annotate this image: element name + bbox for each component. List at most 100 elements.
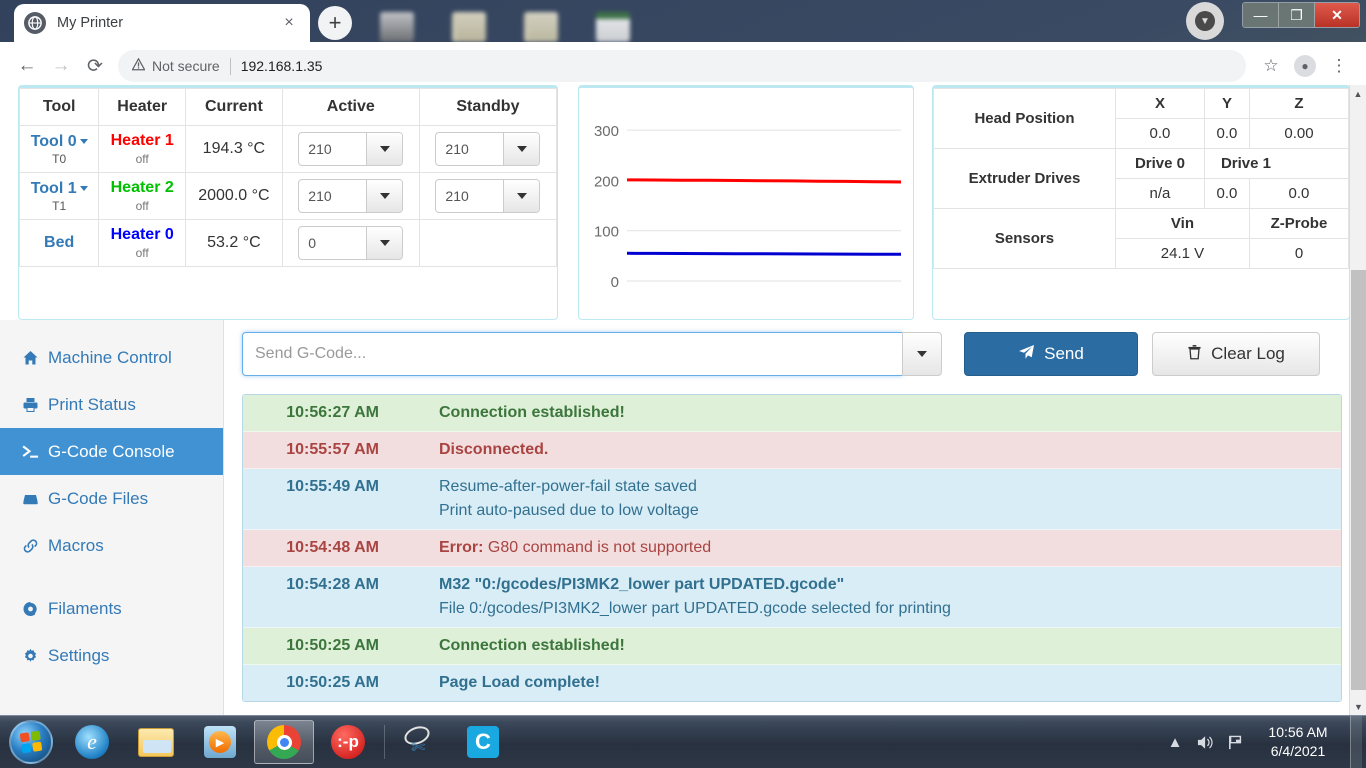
profile-avatar[interactable]: ● (1288, 49, 1322, 83)
scroll-down-arrow[interactable]: ▼ (1350, 698, 1366, 715)
browser-tab[interactable]: My Printer × (14, 4, 310, 42)
printer-icon (22, 397, 48, 413)
sidebar-item-gcode-files[interactable]: G-Code Files (0, 475, 223, 522)
svg-text:300: 300 (594, 123, 619, 140)
tool-cell[interactable]: Tool 0 T0 (18, 125, 100, 173)
tool-link[interactable]: Bed (44, 234, 74, 251)
back-icon[interactable]: ← (10, 49, 44, 83)
tool-cell[interactable]: Tool 1 T1 (18, 172, 100, 220)
heater-name[interactable]: Heater 2 (111, 179, 174, 196)
sidebar-item-print-status[interactable]: Print Status (0, 381, 223, 428)
paper-plane-icon (1018, 344, 1035, 365)
taskbar-item-google-chrome[interactable] (254, 720, 314, 764)
sidebar-item-macros[interactable]: Macros (0, 522, 223, 569)
gcode-input-group (242, 332, 942, 376)
link-icon (22, 538, 48, 554)
show-desktop-button[interactable] (1350, 715, 1362, 768)
window-controls: — ❐ ✕ (1242, 2, 1360, 28)
send-button[interactable]: Send (964, 332, 1138, 376)
address-bar[interactable]: Not secure 192.168.1.35 (118, 50, 1246, 82)
forward-icon[interactable]: → (44, 49, 78, 83)
log-line: M32 "0:/gcodes/PI3MK2_lower part UPDATED… (439, 576, 845, 593)
clear-log-button[interactable]: Clear Log (1152, 332, 1320, 376)
console-log[interactable]: 10:56:27 AM Connection established! 10:55:… (242, 394, 1342, 702)
active-temp-select[interactable]: 210 (298, 179, 404, 213)
chevron-down-icon[interactable] (79, 185, 88, 191)
volume-icon[interactable] (1190, 734, 1220, 751)
taskbar-item-windows-media-player[interactable]: ▶ (190, 720, 250, 764)
sidebar-item-label: Machine Control (48, 347, 172, 367)
standby-temp-select[interactable]: 210 (435, 179, 541, 213)
minimize-button[interactable]: — (1243, 3, 1279, 27)
table-row: Bed Heater 0 off 53.2 °C 0 (18, 219, 558, 267)
action-center-flag-icon[interactable] (1220, 734, 1250, 751)
start-button[interactable] (4, 717, 58, 767)
heater-state: off (135, 152, 149, 166)
sidebar-item-settings[interactable]: Settings (0, 632, 223, 679)
chart-series-lines (626, 178, 902, 256)
th-standby: Standby (418, 88, 558, 126)
close-window-button[interactable]: ✕ (1315, 3, 1359, 27)
scrollbar-thumb[interactable] (1351, 270, 1366, 690)
taskbar-item-pronterface[interactable]: :-p (318, 720, 378, 764)
show-hidden-icons-arrow[interactable]: ▲ (1160, 734, 1190, 751)
clock-time: 10:56 AM (1268, 724, 1328, 740)
pronterface-icon: :-p (331, 725, 365, 759)
taskbar-item-file-explorer[interactable] (126, 720, 186, 764)
tool-link[interactable]: Tool 1 (31, 180, 77, 197)
maximize-button[interactable]: ❐ (1279, 3, 1315, 27)
active-temp-select[interactable]: 210 (298, 132, 404, 166)
tool-link[interactable]: Tool 0 (31, 133, 77, 150)
scroll-up-arrow[interactable]: ▲ (1350, 85, 1366, 102)
log-message: Connection established! (393, 637, 1341, 655)
table-row: Extruder Drives Drive 0 Drive 1 (933, 148, 1350, 209)
sidebar-item-machine-control[interactable]: Machine Control (0, 334, 223, 381)
gcode-input[interactable] (242, 332, 902, 376)
heater-state: off (135, 246, 149, 260)
heater-name[interactable]: Heater 1 (111, 132, 174, 149)
sidebar-item-filaments[interactable]: Filaments (0, 585, 223, 632)
reload-icon[interactable]: ⟳ (78, 49, 112, 83)
chevron-down-icon[interactable] (366, 227, 403, 259)
log-row: 10:54:48 AM Error: G80 command is not sup… (243, 530, 1341, 567)
tab-title: My Printer (57, 15, 124, 31)
chevron-down-icon[interactable] (503, 133, 540, 165)
chevron-down-icon[interactable] (79, 138, 88, 144)
chevron-down-icon: ▼ (1195, 11, 1215, 31)
extruder-drive-1: 0.0 (1203, 178, 1250, 209)
chevron-down-icon[interactable] (902, 332, 942, 376)
taskbar-item-snipping-tool[interactable]: ✄ (389, 720, 449, 764)
temperature-chart[interactable]: 0 100 200 300 (579, 88, 913, 313)
log-row: 10:55:49 AM Resume-after-power-fail state… (243, 469, 1341, 530)
tool-temperature-panel: Tool Heater Current Active Standby Tool … (18, 85, 558, 320)
log-timestamp: 10:55:57 AM (286, 441, 379, 458)
new-tab-button[interactable]: + (318, 6, 352, 40)
taskbar-clock[interactable]: 10:56 AM 6/4/2021 (1250, 723, 1346, 761)
browser-menu-icon[interactable]: ⋮ (1322, 49, 1356, 83)
taskbar-item-internet-explorer[interactable]: e (62, 720, 122, 764)
windows-taskbar: e ▶ :-p ✄ C ▲ 10:56 AM 6/4/2021 (0, 715, 1366, 768)
temperature-chart-panel[interactable]: 0 100 200 300 (578, 85, 914, 320)
heater-name[interactable]: Heater 0 (111, 226, 174, 243)
close-icon[interactable]: × (278, 12, 300, 34)
active-temp-cell: 210 (281, 172, 420, 220)
bookmark-star-icon[interactable]: ☆ (1254, 49, 1288, 83)
chevron-down-icon[interactable] (366, 133, 403, 165)
active-temp-cell: 210 (281, 125, 420, 173)
th-vin: Vin (1114, 208, 1250, 239)
log-line: File 0:/gcodes/PI3MK2_lower part UPDATED… (439, 600, 951, 617)
status-panels-row: Tool Heater Current Active Standby Tool … (0, 85, 1366, 320)
gcode-console: Send Clear Log 10:56:27 AM Connection est… (224, 320, 1366, 715)
send-button-label: Send (1044, 344, 1084, 363)
tool-cell[interactable]: Bed (18, 219, 100, 267)
log-row: 10:55:57 AM Disconnected. (243, 432, 1341, 469)
sidebar-item-gcode-console[interactable]: G-Code Console (0, 428, 223, 475)
profile-chip[interactable]: ▼ (1186, 2, 1224, 40)
standby-temp-value: 210 (445, 188, 469, 204)
page-scrollbar[interactable]: ▲ ▼ (1349, 85, 1366, 715)
standby-temp-select[interactable]: 210 (435, 132, 541, 166)
active-temp-select[interactable]: 0 (298, 226, 404, 260)
chevron-down-icon[interactable] (366, 180, 403, 212)
chevron-down-icon[interactable] (503, 180, 540, 212)
taskbar-item-cura[interactable]: C (453, 720, 513, 764)
